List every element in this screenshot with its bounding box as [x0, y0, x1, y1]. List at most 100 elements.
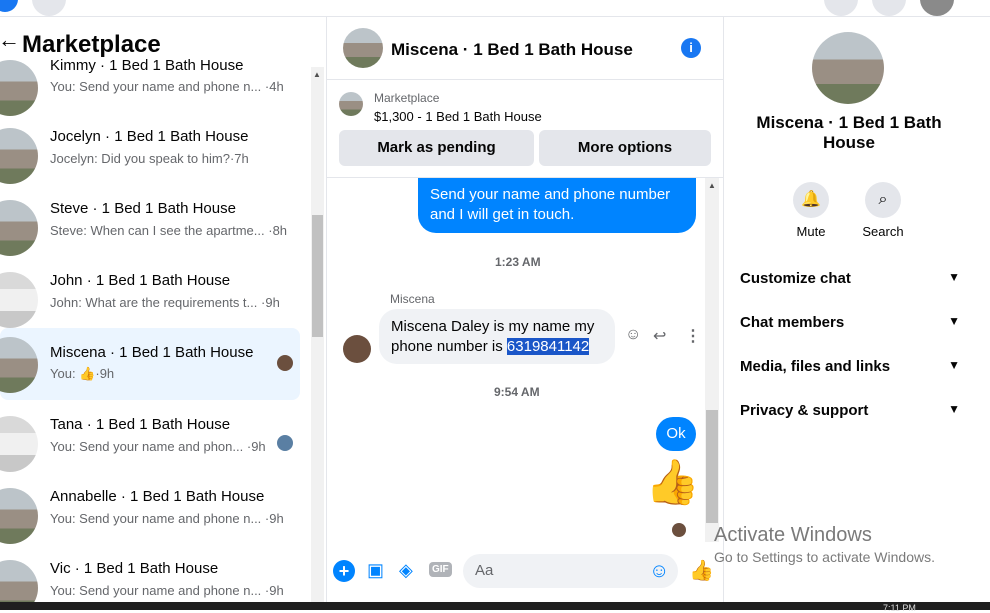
react-icon[interactable]: ☺ [625, 326, 641, 344]
chat-members-row[interactable]: Chat members ▼ [740, 314, 960, 331]
conversation-item[interactable]: Kimmy · 1 Bed 1 Bath House You: Send you… [0, 51, 300, 121]
conversation-list-panel: ← Marketplace Kimmy · 1 Bed 1 Bath House… [0, 17, 326, 602]
listing-thumbnail [0, 200, 38, 256]
conversation-name: Tana · 1 Bed 1 Bath House [50, 416, 231, 433]
facebook-logo-icon[interactable] [0, 0, 18, 12]
conversation-snippet: You: 👍·9h [50, 366, 115, 381]
message-bubble-outgoing[interactable]: Send your name and phone number and I wi… [418, 178, 696, 233]
scrollbar-thumb[interactable] [706, 410, 718, 523]
seen-avatar [672, 523, 686, 537]
message-bubble-outgoing[interactable]: Ok [656, 417, 696, 451]
taskbar [0, 602, 990, 610]
conversation-item-active[interactable]: Miscena · 1 Bed 1 Bath House You: 👍·9h [0, 328, 300, 400]
privacy-support-row[interactable]: Privacy & support ▼ [740, 402, 960, 419]
scroll-up-arrow-icon[interactable]: ▲ [708, 181, 716, 190]
mark-as-pending-button[interactable]: Mark as pending [339, 130, 534, 166]
top-nav-bar [0, 0, 990, 17]
scrollbar-thumb[interactable] [312, 215, 323, 337]
search-button[interactable]: ⌕ Search [853, 182, 913, 239]
chevron-down-icon: ▼ [948, 402, 960, 416]
windows-activation-watermark: Activate Windows Go to Settings to activ… [714, 524, 935, 565]
listing-thumbnail [0, 128, 38, 184]
menu-icon[interactable] [824, 0, 858, 16]
like-button-icon[interactable]: 👍 [689, 558, 714, 583]
bell-icon: 🔔 [793, 182, 829, 218]
chat-avatar[interactable] [343, 28, 383, 68]
conversation-name: Annabelle · 1 Bed 1 Bath House [50, 488, 265, 505]
conversation-item[interactable]: Tana · 1 Bed 1 Bath House You: Send your… [0, 407, 300, 477]
profile-avatar[interactable] [920, 0, 954, 16]
photo-icon[interactable]: ▣ [367, 560, 384, 581]
messenger-icon[interactable] [872, 0, 906, 16]
gif-icon[interactable]: GIF [429, 562, 452, 577]
conversation-item[interactable]: Vic · 1 Bed 1 Bath House You: Send your … [0, 551, 300, 602]
conversation-snippet: John: What are the requirements t... ·9h [50, 295, 280, 310]
conversation-name: Miscena · 1 Bed 1 Bath House [50, 344, 254, 361]
info-icon[interactable]: i [681, 38, 701, 58]
conversation-name: Kimmy · 1 Bed 1 Bath House [50, 57, 244, 74]
emoji-icon[interactable]: ☺ [649, 560, 669, 583]
search-label: Search [862, 224, 904, 239]
chevron-down-icon: ▼ [948, 270, 960, 284]
conversation-item[interactable]: John · 1 Bed 1 Bath House John: What are… [0, 263, 300, 333]
listing-thumbnail [0, 272, 38, 328]
chat-title[interactable]: Miscena · 1 Bed 1 Bath House [391, 40, 633, 60]
timestamp: 9:54 AM [494, 385, 540, 399]
reply-icon[interactable]: ↩ [653, 326, 666, 346]
timestamp: 1:23 AM [495, 255, 541, 269]
conversation-item[interactable]: Steve · 1 Bed 1 Bath House Steve: When c… [0, 191, 300, 261]
conversation-snippet: You: Send your name and phone n... ·4h [50, 79, 284, 94]
conversation-name: Vic · 1 Bed 1 Bath House [50, 560, 219, 577]
seen-avatar [277, 355, 293, 371]
chat-header: Miscena · 1 Bed 1 Bath House i [327, 17, 723, 80]
highlighted-phone-number[interactable]: 6319841142 [506, 338, 590, 355]
listing-thumbnail [0, 416, 38, 472]
sticker-icon[interactable]: ◈ [399, 560, 413, 581]
thumbs-up-icon[interactable]: 👍 [645, 458, 700, 508]
seen-avatar [277, 435, 293, 451]
conversation-list-scrollbar[interactable]: ▲ [311, 67, 324, 602]
search-icon[interactable] [32, 0, 66, 16]
conversation-snippet: You: Send your name and phone n... ·9h [50, 583, 284, 598]
chevron-down-icon: ▼ [948, 314, 960, 328]
chevron-down-icon: ▼ [948, 358, 960, 372]
listing-source: Marketplace [374, 91, 440, 105]
customize-chat-row[interactable]: Customize chat ▼ [740, 270, 960, 287]
details-title: Miscena · 1 Bed 1 Bath House [756, 113, 942, 152]
message-bubble-incoming[interactable]: Miscena Daley is my name my phone number… [379, 309, 615, 364]
more-actions-icon[interactable]: ⋮ [685, 326, 701, 346]
listing-thumbnail [0, 488, 38, 544]
more-options-button[interactable]: More options [539, 130, 711, 166]
conversation-name: John · 1 Bed 1 Bath House [50, 272, 231, 289]
listing-thumbnail[interactable] [339, 92, 363, 116]
conversation-snippet: Jocelyn: Did you speak to him?·7h [50, 151, 249, 166]
listing-thumbnail [0, 337, 38, 393]
conversation-item[interactable]: Jocelyn · 1 Bed 1 Bath House Jocelyn: Di… [0, 119, 300, 189]
conversation-name: Jocelyn · 1 Bed 1 Bath House [50, 128, 249, 145]
message-thread: Send your name and phone number and I wi… [327, 178, 723, 542]
scroll-up-arrow-icon[interactable]: ▲ [313, 70, 321, 79]
conversation-snippet: You: Send your name and phon... ·9h [50, 439, 266, 454]
conversation-avatar [812, 32, 884, 104]
listing-banner: Marketplace $1,300 - 1 Bed 1 Bath House … [327, 80, 723, 178]
taskbar-clock: 7:11 PM [883, 603, 916, 613]
conversation-name: Steve · 1 Bed 1 Bath House [50, 200, 236, 217]
conversation-snippet: Steve: When can I see the apartme... ·8h [50, 223, 288, 238]
add-icon[interactable]: + [333, 560, 355, 582]
message-input[interactable]: Aa [463, 554, 678, 588]
mute-button[interactable]: 🔔 Mute [781, 182, 841, 239]
chat-scrollbar[interactable]: ▲ [705, 178, 719, 542]
conversation-snippet: You: Send your name and phone n... ·9h [50, 511, 284, 526]
watermark-line-2: Go to Settings to activate Windows. [714, 549, 935, 565]
mute-label: Mute [796, 224, 826, 239]
listing-price[interactable]: $1,300 - 1 Bed 1 Bath House [374, 109, 542, 124]
listing-thumbnail [0, 560, 38, 602]
back-arrow-icon[interactable]: ← [0, 27, 20, 53]
sender-avatar[interactable] [343, 335, 371, 363]
details-panel: Miscena · 1 Bed 1 Bath House 🔔 Mute ⌕ Se… [724, 17, 974, 602]
chat-panel: Miscena · 1 Bed 1 Bath House i Marketpla… [326, 17, 724, 602]
media-files-links-row[interactable]: Media, files and links ▼ [740, 358, 960, 375]
watermark-line-1: Activate Windows [714, 524, 872, 546]
message-composer: + ▣ ◈ GIF Aa ☺ 👍 [327, 552, 723, 592]
conversation-item[interactable]: Annabelle · 1 Bed 1 Bath House You: Send… [0, 479, 300, 549]
